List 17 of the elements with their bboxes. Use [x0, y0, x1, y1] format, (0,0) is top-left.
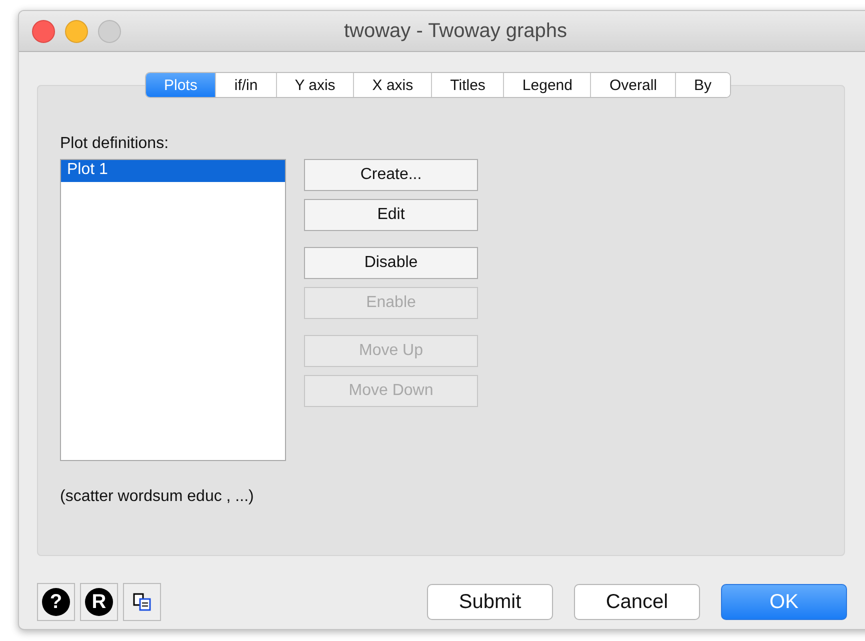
copy-button[interactable] — [123, 583, 161, 621]
reset-button[interactable]: R — [80, 583, 118, 621]
list-label: Plot definitions: — [60, 135, 170, 153]
action-button[interactable]: Disable — [304, 247, 478, 279]
plot-list[interactable]: Plot 1 — [60, 159, 286, 461]
command-preview: (scatter wordsum educ , ...) — [60, 488, 255, 506]
minimize-button[interactable] — [65, 20, 88, 42]
copy-icon — [132, 592, 152, 612]
list-item[interactable]: Plot 1 — [61, 160, 285, 182]
help-button[interactable]: ? — [37, 583, 75, 621]
tab[interactable]: By — [675, 73, 730, 97]
dialog-button[interactable]: Submit — [427, 584, 553, 620]
dialog-button[interactable]: Cancel — [574, 584, 700, 620]
window-title: twoway - Twoway graphs — [342, 20, 568, 42]
action-button[interactable]: Edit — [304, 199, 478, 231]
close-button[interactable] — [32, 20, 55, 42]
action-button[interactable]: Create... — [304, 159, 478, 191]
